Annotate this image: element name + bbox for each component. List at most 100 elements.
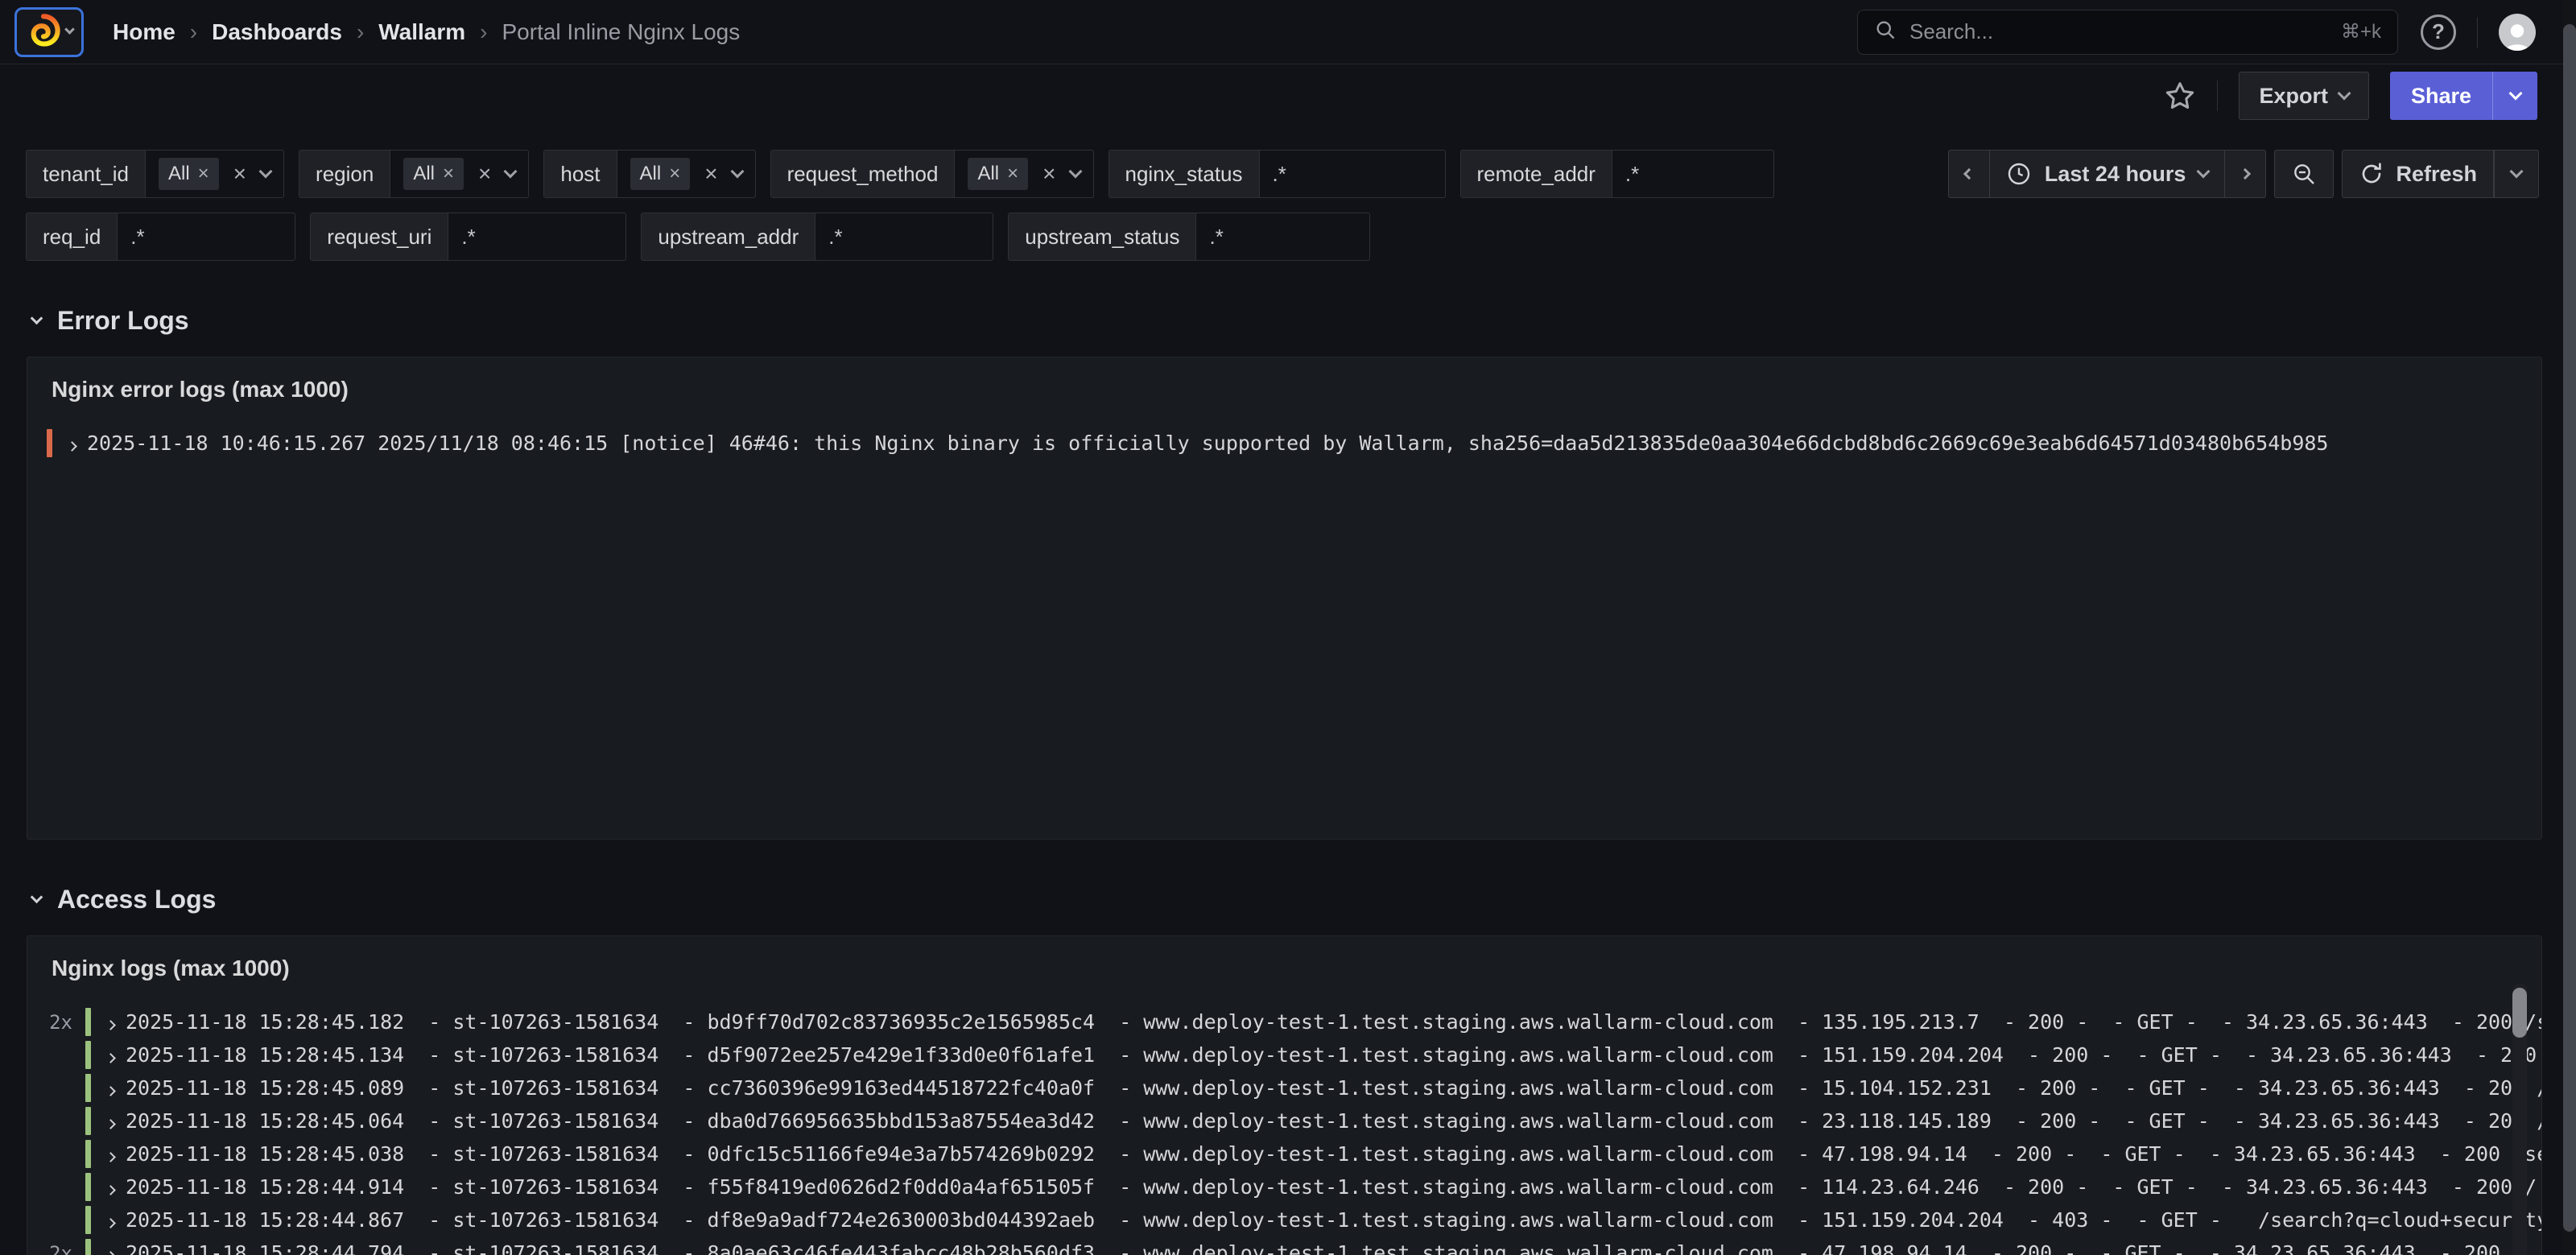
log-expand-icon[interactable] bbox=[68, 431, 76, 455]
dedup-count: 2x bbox=[27, 1242, 85, 1255]
log-row[interactable]: 2025-11-18 15:28:45.134 - st-107263-1581… bbox=[27, 1038, 2541, 1071]
refresh-button[interactable]: Refresh bbox=[2342, 150, 2494, 198]
clear-icon[interactable]: × bbox=[704, 163, 717, 185]
log-level-bar-info bbox=[85, 1206, 91, 1234]
log-row[interactable]: 2025-11-18 15:28:45.064 - st-107263-1581… bbox=[27, 1104, 2541, 1137]
log-expand-icon[interactable] bbox=[107, 1109, 114, 1133]
dashboard-toolbar: Export Share bbox=[0, 64, 2576, 127]
log-expand-icon[interactable] bbox=[107, 1010, 114, 1034]
breadcrumb-item-current-dashboard: Portal Inline Nginx Logs bbox=[502, 19, 741, 45]
time-shift-back-button[interactable] bbox=[1948, 150, 1990, 198]
time-range-picker-button[interactable]: Last 24 hours bbox=[1990, 150, 2225, 198]
log-expand-icon[interactable] bbox=[107, 1175, 114, 1199]
zoom-out-time-button[interactable] bbox=[2274, 150, 2334, 198]
refresh-interval-dropdown-button[interactable] bbox=[2494, 150, 2539, 198]
filter-value-dropdown[interactable]: All × × bbox=[146, 151, 283, 197]
filter-text-input[interactable]: .* bbox=[1260, 151, 1445, 197]
share-dropdown-button[interactable] bbox=[2492, 72, 2537, 120]
grafana-logo-icon bbox=[26, 12, 61, 52]
panel-title[interactable]: Nginx logs (max 1000) bbox=[27, 936, 2541, 989]
clear-icon[interactable]: × bbox=[478, 163, 491, 185]
filter-text-input[interactable]: .* bbox=[1612, 151, 1773, 197]
log-row[interactable]: 2025-11-18 15:28:45.038 - st-107263-1581… bbox=[27, 1137, 2541, 1170]
filter-text-input[interactable]: .* bbox=[815, 213, 993, 260]
log-level-bar-info bbox=[85, 1107, 91, 1135]
chip-remove-icon[interactable]: × bbox=[443, 164, 454, 184]
log-text: 2025-11-18 15:28:44.914 - st-107263-1581… bbox=[126, 1175, 2541, 1199]
clock-icon bbox=[2006, 161, 2032, 187]
error-log-list: 2025-11-18 10:46:15.267 2025/11/18 08:46… bbox=[27, 411, 2541, 460]
filter-text-input[interactable]: .* bbox=[448, 213, 625, 260]
log-row[interactable]: 2025-11-18 15:28:45.089 - st-107263-1581… bbox=[27, 1071, 2541, 1104]
filter-label: upstream_addr bbox=[642, 213, 815, 260]
user-avatar[interactable] bbox=[2499, 14, 2536, 51]
filter-text-value: .* bbox=[1209, 225, 1223, 250]
clear-icon[interactable]: × bbox=[233, 163, 246, 185]
dashboard-controls: tenant_id All × × region All × × bbox=[0, 127, 2576, 261]
search-input[interactable]: Search... ⌘+k bbox=[1857, 10, 2398, 55]
breadcrumb-item-home[interactable]: Home bbox=[113, 19, 175, 45]
filter-chip-label: All bbox=[168, 163, 190, 185]
search-shortcut-hint: ⌘+k bbox=[2341, 20, 2381, 43]
page-scrollbar[interactable] bbox=[2563, 0, 2576, 1255]
refresh-button-label: Refresh bbox=[2396, 162, 2477, 187]
filter-value-dropdown[interactable]: All × × bbox=[955, 151, 1092, 197]
log-expand-icon[interactable] bbox=[107, 1142, 114, 1166]
section-collapse-icon bbox=[31, 312, 43, 325]
filter-chip[interactable]: All × bbox=[403, 158, 464, 190]
filter-value-dropdown[interactable]: All × × bbox=[390, 151, 528, 197]
clear-icon[interactable]: × bbox=[1042, 163, 1055, 185]
filter-text-input[interactable]: .* bbox=[118, 213, 295, 260]
panel-scrollbar-track[interactable] bbox=[2512, 983, 2527, 1255]
chip-remove-icon[interactable]: × bbox=[669, 164, 680, 184]
chip-remove-icon[interactable]: × bbox=[198, 164, 209, 184]
log-level-bar-info bbox=[85, 1041, 91, 1069]
log-expand-icon[interactable] bbox=[107, 1076, 114, 1100]
share-button[interactable]: Share bbox=[2390, 72, 2492, 120]
filter-text-input[interactable]: .* bbox=[1196, 213, 1369, 260]
log-expand-icon[interactable] bbox=[107, 1043, 114, 1067]
breadcrumb-item-wallarm[interactable]: Wallarm bbox=[378, 19, 465, 45]
chevron-down-icon bbox=[2508, 87, 2522, 101]
chevron-down-icon[interactable] bbox=[1068, 165, 1082, 179]
page-scrollbar-thumb[interactable] bbox=[2563, 24, 2576, 1232]
chevron-down-icon[interactable] bbox=[259, 165, 273, 179]
log-row[interactable]: 2x 2025-11-18 15:28:44.794 - st-107263-1… bbox=[27, 1236, 2541, 1255]
chevron-down-icon[interactable] bbox=[730, 165, 744, 179]
log-level-bar-error bbox=[47, 429, 52, 457]
favorite-star-button[interactable] bbox=[2164, 80, 2196, 112]
filter-chip[interactable]: All × bbox=[968, 158, 1028, 190]
panel-title[interactable]: Nginx error logs (max 1000) bbox=[27, 357, 2541, 411]
filter-region: region All × × bbox=[299, 150, 529, 198]
log-text: 2025-11-18 15:28:44.867 - st-107263-1581… bbox=[126, 1208, 2541, 1232]
filter-chip[interactable]: All × bbox=[630, 158, 691, 190]
search-placeholder: Search... bbox=[1909, 19, 2328, 44]
filter-label: remote_addr bbox=[1461, 151, 1612, 197]
help-button[interactable]: ? bbox=[2421, 14, 2456, 50]
breadcrumb-separator: › bbox=[357, 19, 364, 45]
filter-value-dropdown[interactable]: All × × bbox=[617, 151, 755, 197]
filter-chip[interactable]: All × bbox=[159, 158, 219, 190]
time-shift-forward-button[interactable] bbox=[2224, 150, 2266, 198]
log-row[interactable]: 2025-11-18 10:46:15.267 2025/11/18 08:46… bbox=[40, 427, 2541, 460]
export-button[interactable]: Export bbox=[2239, 72, 2369, 120]
chevron-down-icon bbox=[2510, 165, 2524, 179]
breadcrumb-item-dashboards[interactable]: Dashboards bbox=[212, 19, 342, 45]
chevron-down-icon[interactable] bbox=[504, 165, 518, 179]
log-expand-icon[interactable] bbox=[107, 1241, 114, 1255]
log-level-bar-info bbox=[85, 1074, 91, 1102]
filter-host: host All × × bbox=[543, 150, 755, 198]
panel-scrollbar-thumb[interactable] bbox=[2512, 988, 2527, 1038]
log-row[interactable]: 2x 2025-11-18 15:28:45.182 - st-107263-1… bbox=[27, 1005, 2541, 1038]
section-collapse-icon bbox=[31, 891, 43, 904]
search-icon bbox=[1874, 19, 1897, 45]
chip-remove-icon[interactable]: × bbox=[1007, 164, 1018, 184]
breadcrumb-separator: › bbox=[190, 19, 197, 45]
log-row[interactable]: 2025-11-18 15:28:44.867 - st-107263-1581… bbox=[27, 1203, 2541, 1236]
log-row[interactable]: 2025-11-18 15:28:44.914 - st-107263-1581… bbox=[27, 1170, 2541, 1203]
section-error-logs[interactable]: Error Logs bbox=[0, 261, 2576, 349]
grafana-logo-menu[interactable] bbox=[14, 7, 84, 57]
log-text: 2025-11-18 15:28:45.089 - st-107263-1581… bbox=[126, 1076, 2541, 1100]
section-access-logs[interactable]: Access Logs bbox=[0, 840, 2576, 927]
log-expand-icon[interactable] bbox=[107, 1208, 114, 1232]
